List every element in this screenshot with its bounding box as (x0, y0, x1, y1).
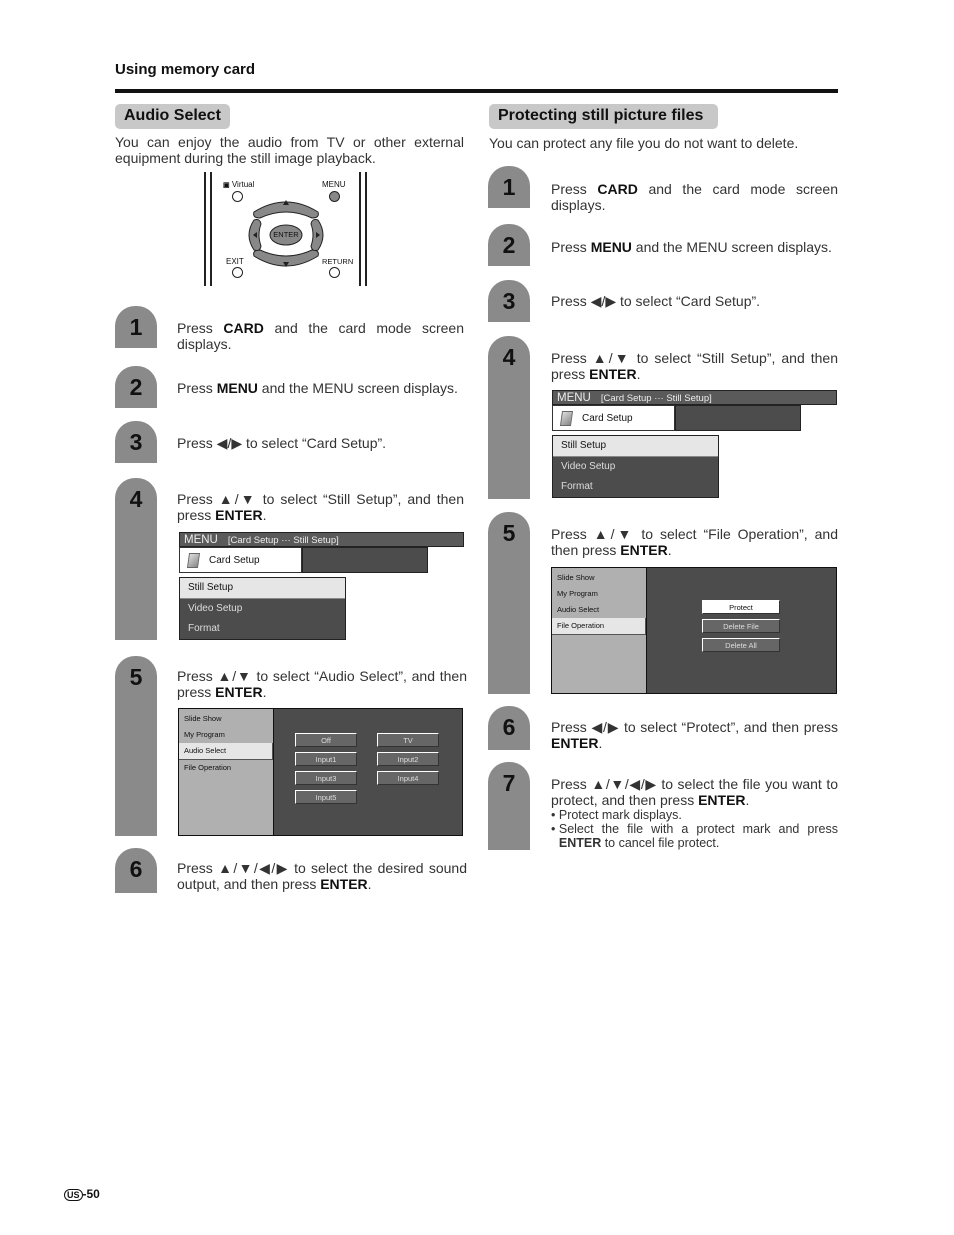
exit-button[interactable] (232, 267, 243, 278)
menu-item-my-program[interactable]: My Program (179, 727, 273, 743)
menu-item-audio-select[interactable]: Audio Select (552, 602, 646, 618)
menu-item-format[interactable]: Format (553, 477, 718, 497)
step-text: Press ▲/▼/◀/▶ to select the desired soun… (177, 860, 467, 892)
menu-screen: MENU [Card Setup ··· Still Setup] Card Se… (552, 390, 837, 498)
step-text: Press ▲/▼ to select “Still Setup”, and t… (177, 491, 464, 523)
bullet-item: • Select the file with a protect mark an… (551, 822, 838, 850)
step-number: 6 (115, 848, 157, 893)
bullet-list: • Protect mark displays. • Select the fi… (551, 808, 838, 850)
menu-button[interactable] (329, 191, 340, 202)
virtual-button[interactable] (232, 191, 243, 202)
protecting-heading: Protecting still picture files (489, 104, 719, 129)
remote-illustration: ▣ Virtual MENU ENTER EXIT RETURN (204, 172, 368, 286)
menu-bar: MENU [Card Setup ··· Still Setup] (552, 390, 837, 405)
step-number: 7 (488, 762, 530, 850)
enter-label: ENTER (273, 230, 299, 239)
option-off[interactable]: Off (295, 733, 357, 747)
menu-item-video-setup[interactable]: Video Setup (553, 457, 718, 477)
step-number: 1 (488, 166, 530, 208)
audio-select-heading: Audio Select (115, 104, 230, 129)
step-text: Press ◀/▶ to select “Protect”, and then … (551, 719, 838, 751)
step-text: Press MENU and the MENU screen displays. (551, 239, 832, 255)
option-delete-file[interactable]: Delete File (702, 619, 780, 633)
return-button[interactable] (329, 267, 340, 278)
option-input3[interactable]: Input3 (295, 771, 357, 785)
menu-item-file-operation[interactable]: File Operation (552, 618, 646, 635)
menu-item-slide-show[interactable]: Slide Show (179, 711, 273, 727)
step-text: Press MENU and the MENU screen displays. (177, 380, 458, 396)
memory-card-icon (559, 410, 574, 426)
memory-card-icon (186, 552, 201, 568)
card-setup-tab[interactable]: Card Setup (552, 405, 675, 431)
step-text: Press ◀/▶ to select “Card Setup”. (177, 435, 387, 451)
menu-label: MENU (322, 180, 346, 189)
step-number: 4 (488, 336, 530, 499)
step-number: 3 (488, 280, 530, 322)
menu-item-file-operation[interactable]: File Operation (179, 760, 273, 776)
menu-item-slide-show[interactable]: Slide Show (552, 570, 646, 586)
card-setup-tab[interactable]: Card Setup (179, 547, 302, 573)
protecting-intro: You can protect any file you do not want… (489, 135, 799, 151)
audio-select-intro: You can enjoy the audio from TV or other… (115, 134, 464, 166)
option-input1[interactable]: Input1 (295, 752, 357, 766)
menu-item-format[interactable]: Format (180, 619, 345, 639)
step-text: Press ▲/▼ to select “Still Setup”, and t… (551, 350, 838, 382)
submenu: Still Setup Video Setup Format (179, 577, 346, 640)
menu-item-video-setup[interactable]: Video Setup (180, 599, 345, 619)
us-region-icon: US (64, 1189, 83, 1201)
menu-item-my-program[interactable]: My Program (552, 586, 646, 602)
bullet-item: • Protect mark displays. (551, 808, 682, 822)
page-number: US -50 (64, 1187, 100, 1201)
step-text: Press CARD and the card mode screen disp… (177, 320, 464, 352)
virtual-label: ▣ Virtual (223, 180, 255, 189)
option-input4[interactable]: Input4 (377, 771, 439, 785)
option-input5[interactable]: Input5 (295, 790, 357, 804)
step-text: Press CARD and the card mode screen disp… (551, 181, 838, 213)
return-label: RETURN (322, 257, 354, 266)
step-number: 1 (115, 306, 157, 348)
step-number: 3 (115, 421, 157, 463)
step-number: 4 (115, 478, 157, 640)
option-input2[interactable]: Input2 (377, 752, 439, 766)
step-text: Press ▲/▼ to select “File Operation”, an… (551, 526, 838, 558)
step-number: 5 (115, 656, 157, 836)
header-rule (115, 89, 838, 93)
step-number: 2 (115, 366, 157, 408)
step-number: 6 (488, 706, 530, 750)
step-text: Press ▲/▼/◀/▶ to select the file you wan… (551, 776, 838, 808)
audio-select-screen: Slide Show My Program Audio Select File … (178, 708, 463, 836)
option-protect[interactable]: Protect (702, 600, 780, 614)
menu-screen: MENU [Card Setup ··· Still Setup] Card Se… (179, 532, 464, 640)
menu-item-audio-select[interactable]: Audio Select (179, 743, 273, 760)
step-number: 5 (488, 512, 530, 694)
menu-item-still-setup[interactable]: Still Setup (553, 436, 718, 457)
file-operation-screen: Slide Show My Program Audio Select File … (551, 567, 837, 694)
menu-bar: MENU [Card Setup ··· Still Setup] (179, 532, 464, 547)
menu-item-still-setup[interactable]: Still Setup (180, 578, 345, 599)
section-title: Using memory card (115, 61, 256, 78)
submenu: Still Setup Video Setup Format (552, 435, 719, 498)
step-text: Press ◀/▶ to select “Card Setup”. (551, 293, 761, 309)
exit-label: EXIT (226, 257, 244, 266)
option-tv[interactable]: TV (377, 733, 439, 747)
option-delete-all[interactable]: Delete All (702, 638, 780, 652)
step-text: Press ▲/▼ to select “Audio Select”, and … (177, 668, 467, 700)
step-number: 2 (488, 224, 530, 266)
